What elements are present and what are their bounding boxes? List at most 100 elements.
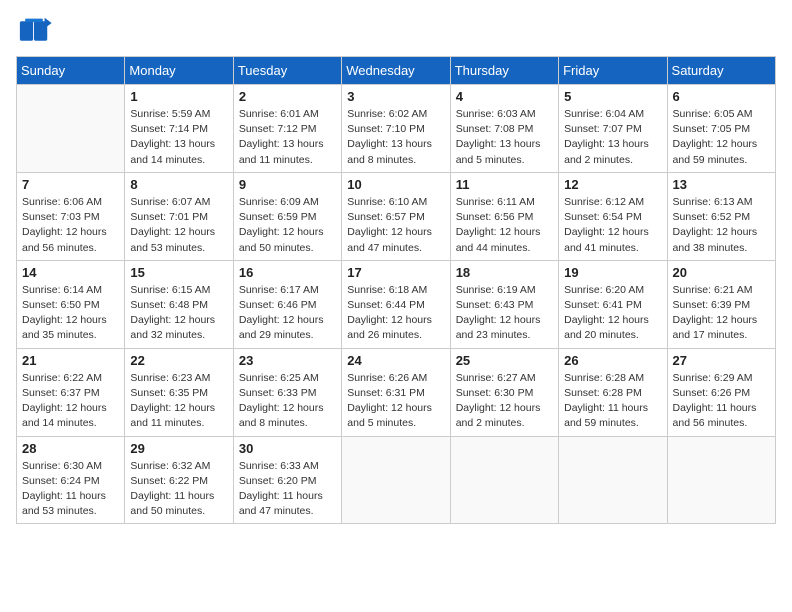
weekday-header: Saturday [667, 57, 775, 85]
day-number: 12 [564, 177, 661, 192]
day-info: Sunrise: 5:59 AM Sunset: 7:14 PM Dayligh… [130, 107, 227, 168]
page-header [16, 16, 776, 46]
calendar-week-row: 28 Sunrise: 6:30 AM Sunset: 6:24 PM Dayli… [17, 436, 776, 524]
day-info: Sunrise: 6:25 AM Sunset: 6:33 PM Dayligh… [239, 371, 336, 432]
calendar-cell: 6 Sunrise: 6:05 AM Sunset: 7:05 PM Daylig… [667, 85, 775, 173]
day-number: 1 [130, 89, 227, 104]
calendar-cell [17, 85, 125, 173]
calendar-cell [342, 436, 450, 524]
calendar-body: 1 Sunrise: 5:59 AM Sunset: 7:14 PM Daylig… [17, 85, 776, 524]
calendar-cell: 16Sunrise: 6:17 AM Sunset: 6:46 PM Dayli… [233, 260, 341, 348]
calendar-cell: 22 Sunrise: 6:23 AM Sunset: 6:35 PM Dayli… [125, 348, 233, 436]
calendar-cell: 11 Sunrise: 6:11 AM Sunset: 6:56 PM Dayli… [450, 172, 558, 260]
day-info: Sunrise: 6:13 AM Sunset: 6:52 PM Dayligh… [673, 195, 770, 256]
day-info: Sunrise: 6:06 AM Sunset: 7:03 PM Dayligh… [22, 195, 119, 256]
day-info: Sunrise: 6:33 AM Sunset: 6:20 PM Dayligh… [239, 459, 336, 520]
calendar-cell: 15Sunrise: 6:15 AM Sunset: 6:48 PM Dayli… [125, 260, 233, 348]
day-number: 17 [347, 265, 444, 280]
day-number: 10 [347, 177, 444, 192]
day-number: 26 [564, 353, 661, 368]
day-info: Sunrise: 6:05 AM Sunset: 7:05 PM Dayligh… [673, 107, 770, 168]
calendar-cell [450, 436, 558, 524]
calendar-cell: 25 Sunrise: 6:27 AM Sunset: 6:30 PM Dayli… [450, 348, 558, 436]
calendar-cell: 9 Sunrise: 6:09 AM Sunset: 6:59 PM Daylig… [233, 172, 341, 260]
calendar-cell: 27 Sunrise: 6:29 AM Sunset: 6:26 PM Dayli… [667, 348, 775, 436]
day-number: 30 [239, 441, 336, 456]
calendar-cell: 18Sunrise: 6:19 AM Sunset: 6:43 PM Dayli… [450, 260, 558, 348]
day-number: 6 [673, 89, 770, 104]
day-info: Sunrise: 6:04 AM Sunset: 7:07 PM Dayligh… [564, 107, 661, 168]
day-info: Sunrise: 6:11 AM Sunset: 6:56 PM Dayligh… [456, 195, 553, 256]
day-info: Sunrise: 6:15 AM Sunset: 6:48 PM Dayligh… [130, 283, 227, 344]
day-info: Sunrise: 6:18 AM Sunset: 6:44 PM Dayligh… [347, 283, 444, 344]
day-info: Sunrise: 6:17 AM Sunset: 6:46 PM Dayligh… [239, 283, 336, 344]
day-info: Sunrise: 6:12 AM Sunset: 6:54 PM Dayligh… [564, 195, 661, 256]
day-number: 11 [456, 177, 553, 192]
calendar-cell: 1 Sunrise: 5:59 AM Sunset: 7:14 PM Daylig… [125, 85, 233, 173]
day-number: 20 [673, 265, 770, 280]
day-info: Sunrise: 6:20 AM Sunset: 6:41 PM Dayligh… [564, 283, 661, 344]
weekday-header: Tuesday [233, 57, 341, 85]
calendar-cell [667, 436, 775, 524]
day-number: 29 [130, 441, 227, 456]
weekday-header: Friday [559, 57, 667, 85]
calendar-table: SundayMondayTuesdayWednesdayThursdayFrid… [16, 56, 776, 524]
day-info: Sunrise: 6:09 AM Sunset: 6:59 PM Dayligh… [239, 195, 336, 256]
day-number: 27 [673, 353, 770, 368]
day-info: Sunrise: 6:01 AM Sunset: 7:12 PM Dayligh… [239, 107, 336, 168]
day-number: 9 [239, 177, 336, 192]
calendar-cell: 29 Sunrise: 6:32 AM Sunset: 6:22 PM Dayli… [125, 436, 233, 524]
day-info: Sunrise: 6:32 AM Sunset: 6:22 PM Dayligh… [130, 459, 227, 520]
day-number: 18 [456, 265, 553, 280]
day-info: Sunrise: 6:14 AM Sunset: 6:50 PM Dayligh… [22, 283, 119, 344]
day-number: 3 [347, 89, 444, 104]
day-info: Sunrise: 6:27 AM Sunset: 6:30 PM Dayligh… [456, 371, 553, 432]
calendar-cell: 28 Sunrise: 6:30 AM Sunset: 6:24 PM Dayli… [17, 436, 125, 524]
calendar-cell: 24 Sunrise: 6:26 AM Sunset: 6:31 PM Dayli… [342, 348, 450, 436]
day-number: 19 [564, 265, 661, 280]
day-info: Sunrise: 6:02 AM Sunset: 7:10 PM Dayligh… [347, 107, 444, 168]
calendar-cell: 4Sunrise: 6:03 AM Sunset: 7:08 PM Daylig… [450, 85, 558, 173]
calendar-week-row: 1 Sunrise: 5:59 AM Sunset: 7:14 PM Daylig… [17, 85, 776, 173]
weekday-header: Thursday [450, 57, 558, 85]
weekday-header: Wednesday [342, 57, 450, 85]
calendar-cell: 26Sunrise: 6:28 AM Sunset: 6:28 PM Dayli… [559, 348, 667, 436]
day-number: 13 [673, 177, 770, 192]
day-number: 21 [22, 353, 119, 368]
calendar-header-row: SundayMondayTuesdayWednesdayThursdayFrid… [17, 57, 776, 85]
day-info: Sunrise: 6:26 AM Sunset: 6:31 PM Dayligh… [347, 371, 444, 432]
day-number: 23 [239, 353, 336, 368]
calendar-cell: 21 Sunrise: 6:22 AM Sunset: 6:37 PM Dayli… [17, 348, 125, 436]
calendar-cell: 30 Sunrise: 6:33 AM Sunset: 6:20 PM Dayli… [233, 436, 341, 524]
calendar-cell: 3 Sunrise: 6:02 AM Sunset: 7:10 PM Daylig… [342, 85, 450, 173]
day-info: Sunrise: 6:29 AM Sunset: 6:26 PM Dayligh… [673, 371, 770, 432]
calendar-week-row: 14 Sunrise: 6:14 AM Sunset: 6:50 PM Dayli… [17, 260, 776, 348]
calendar-cell: 17 Sunrise: 6:18 AM Sunset: 6:44 PM Dayli… [342, 260, 450, 348]
logo [16, 16, 58, 46]
calendar-cell: 12 Sunrise: 6:12 AM Sunset: 6:54 PM Dayli… [559, 172, 667, 260]
calendar-cell: 8 Sunrise: 6:07 AM Sunset: 7:01 PM Daylig… [125, 172, 233, 260]
day-info: Sunrise: 6:30 AM Sunset: 6:24 PM Dayligh… [22, 459, 119, 520]
day-number: 28 [22, 441, 119, 456]
calendar-cell: 23 Sunrise: 6:25 AM Sunset: 6:33 PM Dayli… [233, 348, 341, 436]
day-number: 25 [456, 353, 553, 368]
day-info: Sunrise: 6:23 AM Sunset: 6:35 PM Dayligh… [130, 371, 227, 432]
calendar-cell [559, 436, 667, 524]
day-number: 2 [239, 89, 336, 104]
general-blue-logo-icon [16, 16, 52, 46]
calendar-week-row: 7 Sunrise: 6:06 AM Sunset: 7:03 PM Daylig… [17, 172, 776, 260]
day-info: Sunrise: 6:07 AM Sunset: 7:01 PM Dayligh… [130, 195, 227, 256]
day-number: 22 [130, 353, 227, 368]
calendar-cell: 20Sunrise: 6:21 AM Sunset: 6:39 PM Dayli… [667, 260, 775, 348]
calendar-cell: 2 Sunrise: 6:01 AM Sunset: 7:12 PM Daylig… [233, 85, 341, 173]
day-number: 14 [22, 265, 119, 280]
day-info: Sunrise: 6:22 AM Sunset: 6:37 PM Dayligh… [22, 371, 119, 432]
day-number: 7 [22, 177, 119, 192]
day-number: 24 [347, 353, 444, 368]
calendar-cell: 13 Sunrise: 6:13 AM Sunset: 6:52 PM Dayli… [667, 172, 775, 260]
calendar-week-row: 21 Sunrise: 6:22 AM Sunset: 6:37 PM Dayli… [17, 348, 776, 436]
calendar-cell: 14 Sunrise: 6:14 AM Sunset: 6:50 PM Dayli… [17, 260, 125, 348]
day-number: 8 [130, 177, 227, 192]
day-number: 4 [456, 89, 553, 104]
calendar-cell: 19 Sunrise: 6:20 AM Sunset: 6:41 PM Dayli… [559, 260, 667, 348]
